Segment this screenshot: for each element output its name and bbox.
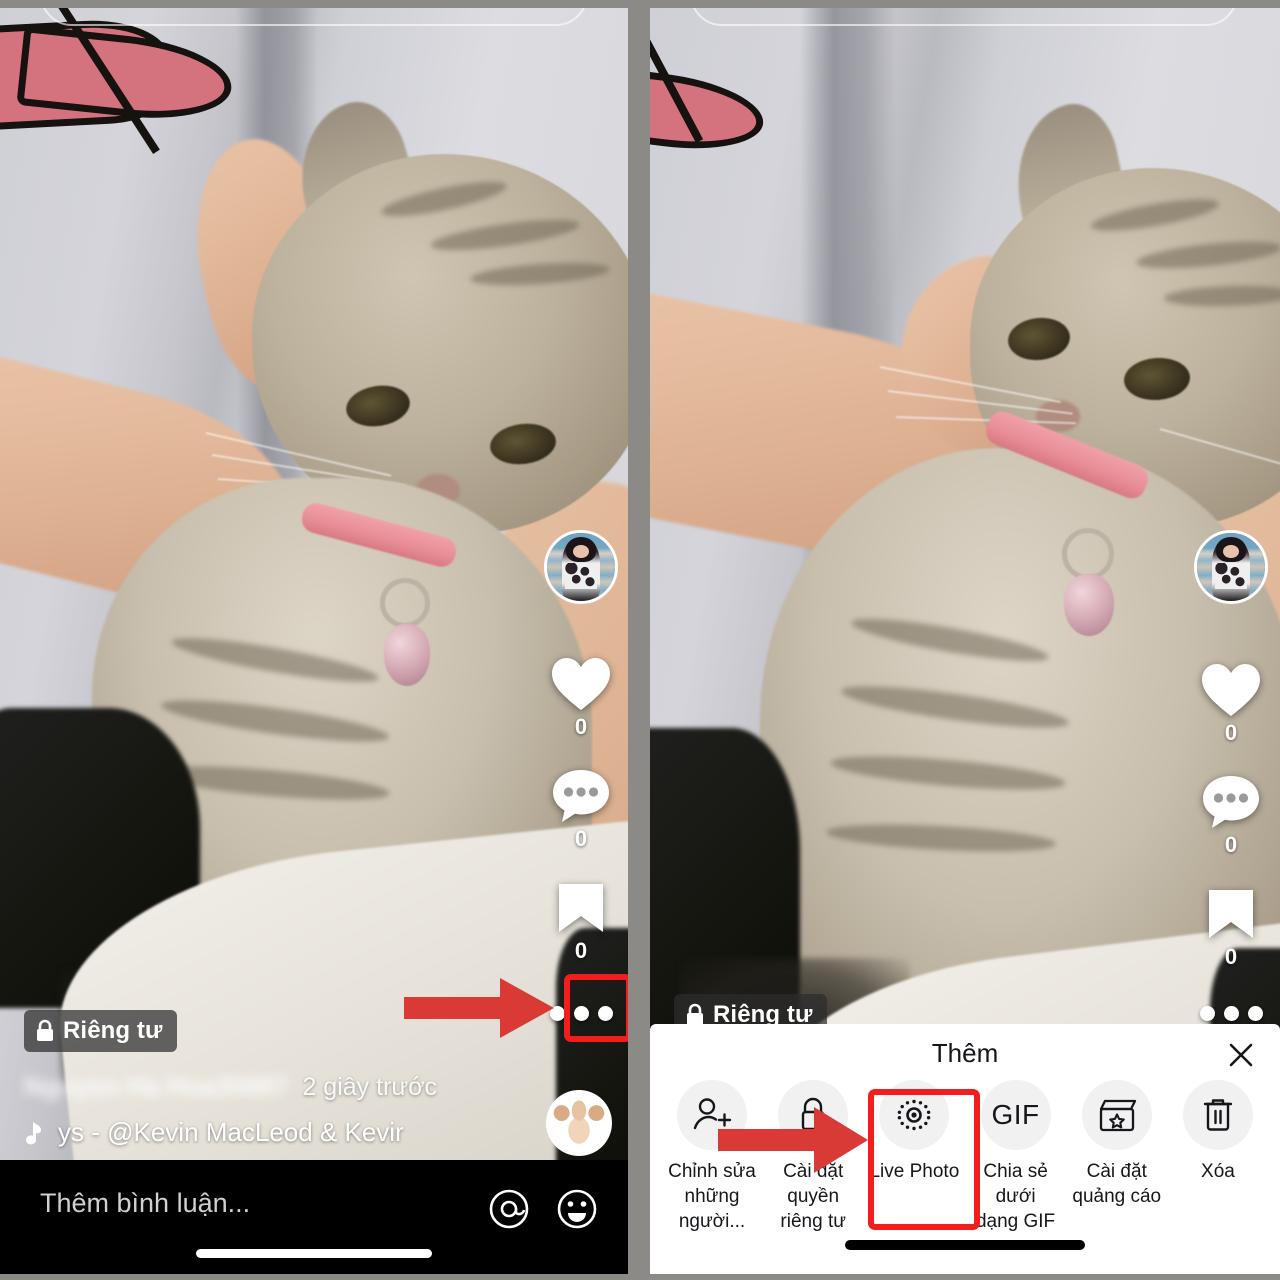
avatar-dress-pattern <box>1214 562 1248 589</box>
monkey-avatar-icon <box>548 1092 610 1154</box>
collar-bell <box>1064 574 1114 636</box>
sheet-title: Thêm <box>931 1038 999 1068</box>
like-count: 0 <box>574 714 588 739</box>
comment-bar[interactable]: Thêm bình luận... <box>0 1160 628 1274</box>
avatar[interactable] <box>1194 530 1268 604</box>
collar-ring <box>1062 528 1114 580</box>
username[interactable]: Nguyen Ha Hoa30887 <box>24 1071 288 1102</box>
collar-ring <box>380 578 430 628</box>
avatar[interactable] <box>544 530 618 604</box>
bookmark-icon <box>559 884 603 932</box>
collar-bell <box>384 624 430 686</box>
at-mention-icon[interactable] <box>488 1188 530 1230</box>
music-disc-avatar[interactable] <box>546 1090 612 1156</box>
screenshot-stage: 0 0 0 Riêng tư Nguyen Ha Hoa30887 2 giây… <box>0 0 1280 1280</box>
heart-icon <box>552 658 610 710</box>
lock-icon <box>37 1019 53 1041</box>
bookmark-count: 0 <box>1224 944 1238 969</box>
privacy-badge: Riêng tư <box>24 1010 177 1052</box>
more-dots-icon <box>1223 1006 1239 1021</box>
left-action-rail: 0 0 0 <box>544 530 618 1021</box>
right-phone-panel: 0 0 0 Riêng tư Thêm Chỉnh sửa những ngườ… <box>650 8 1280 1274</box>
music-title: ys - @Kevin MacLeod & Kevir <box>58 1117 404 1147</box>
comment-icon <box>553 770 609 822</box>
sheet-item-delete[interactable]: Xóa <box>1168 1080 1268 1234</box>
like-count: 0 <box>1224 720 1238 745</box>
avatar-face <box>572 544 590 559</box>
bookmark-count: 0 <box>574 938 588 963</box>
comment-count: 0 <box>1224 832 1238 857</box>
bookmark-icon <box>1209 890 1253 938</box>
sheet-item-label: Cài đặt quảng cáo <box>1072 1161 1162 1207</box>
caption-meta-row: Nguyen Ha Hoa30887 2 giây trước <box>24 1071 437 1102</box>
sheet-item-label: Chia sẻ dưới dạng GIF <box>975 1161 1056 1232</box>
music-row[interactable]: ys - @Kevin MacLeod & Kevir <box>24 1117 404 1148</box>
close-button[interactable] <box>1224 1038 1258 1072</box>
emoji-icon[interactable] <box>556 1188 598 1230</box>
comment-icon <box>1203 776 1259 828</box>
like-button[interactable]: 0 <box>1200 662 1262 746</box>
heart-icon <box>1202 664 1260 716</box>
comment-button[interactable]: 0 <box>551 768 611 852</box>
left-phone-panel: 0 0 0 Riêng tư Nguyen Ha Hoa30887 2 giây… <box>0 8 628 1274</box>
red-highlight-more-button <box>564 974 628 1042</box>
sheet-item-label: Xóa <box>1201 1161 1235 1182</box>
comment-button[interactable]: 0 <box>1201 774 1261 858</box>
comment-bar-actions <box>488 1188 598 1230</box>
gif-icon-text: GIF <box>991 1099 1040 1130</box>
close-icon <box>1229 1043 1253 1067</box>
red-highlight-live-photo <box>868 1089 980 1230</box>
red-arrow-to-live-photo <box>718 1107 868 1173</box>
avatar-dress-pattern <box>564 562 598 589</box>
more-dots-icon <box>1199 1006 1215 1021</box>
bookmark-button[interactable]: 0 <box>1205 886 1257 970</box>
search-bar-outline[interactable] <box>690 8 1238 26</box>
avatar-face <box>1222 544 1240 559</box>
music-note-icon <box>26 1121 41 1144</box>
more-options-button[interactable] <box>1199 1006 1263 1021</box>
gif-icon: GIF <box>980 1080 1051 1150</box>
comment-count: 0 <box>574 826 588 851</box>
red-arrow-to-more-button <box>404 978 554 1038</box>
trash-icon <box>1182 1080 1253 1150</box>
ad-clapperboard-icon <box>1081 1080 1152 1150</box>
search-bar-outline[interactable] <box>40 8 588 26</box>
post-time: 2 giây trước <box>302 1073 438 1101</box>
privacy-label: Riêng tư <box>63 1017 163 1044</box>
sheet-item-share-gif[interactable]: GIF Chia sẻ dưới dạng GIF <box>966 1080 1066 1234</box>
home-indicator <box>196 1249 432 1258</box>
like-button[interactable]: 0 <box>550 656 612 740</box>
comment-input[interactable]: Thêm bình luận... <box>40 1188 250 1219</box>
home-indicator <box>845 1240 1085 1250</box>
more-dots-icon <box>1247 1006 1263 1021</box>
bookmark-button[interactable]: 0 <box>555 880 607 964</box>
right-action-rail: 0 0 0 <box>1194 530 1268 1021</box>
sheet-item-ad-settings[interactable]: Cài đặt quảng cáo <box>1067 1080 1167 1234</box>
